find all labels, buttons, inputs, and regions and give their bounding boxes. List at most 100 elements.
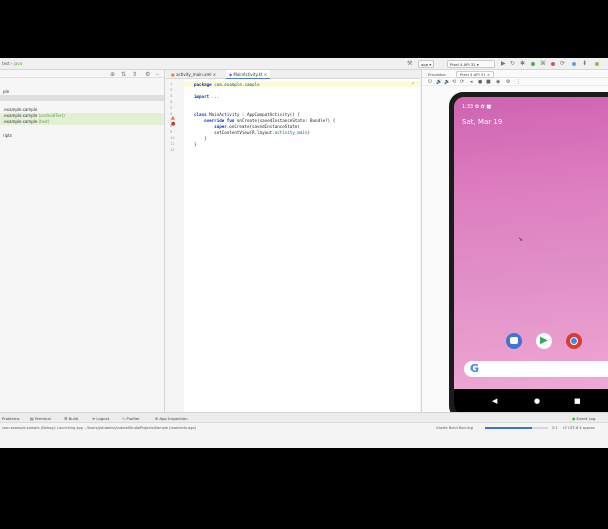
- line-number: 2: [170, 87, 173, 92]
- breadcrumb-package: java: [13, 61, 23, 66]
- profile-icon[interactable]: [531, 62, 535, 66]
- code-line[interactable]: import ...: [194, 94, 219, 99]
- code-line[interactable]: }: [194, 136, 207, 141]
- code-line[interactable]: }: [194, 142, 197, 147]
- tab-main-activity[interactable]: ◆ MainActivity.kt ×: [226, 70, 271, 79]
- sdk-manager-icon[interactable]: ⬇: [582, 60, 587, 67]
- tree-item[interactable]: .example.sample (test): [3, 119, 49, 124]
- phone-status-bar: 1:33 ✿ ✿ ■: [462, 104, 491, 110]
- stop-icon[interactable]: [551, 62, 555, 66]
- tab-activity-main[interactable]: ▣ activity_main.xml ×: [168, 70, 219, 79]
- collapse-icon[interactable]: ⇅: [121, 71, 126, 78]
- gear-icon[interactable]: ⚙: [145, 71, 150, 78]
- xml-file-icon: ▣: [171, 72, 175, 77]
- tree-item[interactable]: .example.sample (androidTest): [3, 113, 65, 118]
- locate-icon[interactable]: ⊕: [110, 71, 115, 78]
- letterbox-top: [0, 0, 608, 58]
- google-icon: G: [470, 362, 480, 375]
- tool-tab-build[interactable]: ⚒ Build: [64, 416, 78, 421]
- run-config-selector[interactable]: app ▾: [418, 60, 435, 68]
- emulator-label: Emulator:: [428, 72, 447, 77]
- more-icon[interactable]: ⋮: [516, 79, 521, 85]
- file-encoding[interactable]: LF UTF-8 4 spaces: [563, 426, 595, 430]
- line-number: 11: [170, 141, 175, 146]
- editor-tabs: ▣ activity_main.xml × ◆ MainActivity.kt …: [166, 70, 420, 79]
- mouse-cursor-icon: ➘: [518, 236, 524, 243]
- rotate-right-icon[interactable]: ⟳: [460, 79, 464, 85]
- debug-icon[interactable]: ✱: [520, 60, 525, 67]
- nav-back-icon[interactable]: ◀: [492, 397, 497, 405]
- tool-tab-event-log[interactable]: ● Event Log: [572, 416, 595, 421]
- tool-tab-profiler[interactable]: ∿ Profiler: [122, 416, 140, 421]
- phone-frame: 1:33 ✿ ✿ ■ ▾ ▮ Sat, Mar 19 ➘ ▶ G 🎤 ◀ ●: [449, 92, 608, 420]
- code-line[interactable]: class MainActivity : AppCompatActivity()…: [194, 112, 300, 117]
- line-number: 9: [170, 129, 173, 134]
- navigation-bar: test › java ⚒ app ▾ Pixel 4 API 31 ▾ ▶ ↻…: [0, 58, 608, 70]
- run-icon[interactable]: ▶: [501, 60, 506, 67]
- minimize-icon[interactable]: –: [156, 71, 159, 78]
- rotate-icon[interactable]: ⟲: [452, 79, 456, 85]
- code-editor: ▣ activity_main.xml × ◆ MainActivity.kt …: [166, 70, 420, 412]
- tool-tab-problems[interactable]: Problems: [2, 416, 20, 421]
- device-selector[interactable]: Pixel 4 API 31 ▾: [447, 60, 495, 68]
- override-gutter-icon[interactable]: ●: [171, 121, 175, 127]
- code-line[interactable]: super.onCreate(savedInstanceState): [194, 124, 300, 129]
- kotlin-file-icon: ◆: [229, 72, 233, 77]
- breadcrumb[interactable]: test › java: [2, 61, 22, 66]
- back-icon[interactable]: ◂: [470, 79, 473, 85]
- line-number: 5: [170, 105, 173, 110]
- project-panel: ⊕ ⇅ ⇕ ⚙ – ple .example.sample .example.s…: [0, 70, 165, 412]
- tree-item[interactable]: ple: [3, 89, 9, 94]
- status-time: 1:33: [462, 104, 474, 110]
- sync-icon[interactable]: ⟳: [560, 60, 565, 67]
- code-line[interactable]: override fun onCreate(savedInstanceState…: [194, 118, 335, 123]
- line-number: 10: [170, 135, 175, 140]
- tool-tab-terminal[interactable]: ▤ Terminal: [30, 416, 51, 421]
- nav-recents-icon[interactable]: ■: [574, 397, 581, 405]
- chrome-icon[interactable]: [566, 333, 582, 349]
- messages-app-icon[interactable]: [506, 333, 522, 349]
- emulator-device-tab[interactable]: Pixel 4 API 31 ×: [456, 71, 495, 78]
- volume-up-icon[interactable]: 🔊: [436, 79, 442, 85]
- emulator-header: Emulator: Pixel 4 API 31 ×: [422, 70, 608, 78]
- home-icon[interactable]: ●: [478, 79, 482, 85]
- line-number: 4: [170, 99, 173, 104]
- selected-row: [0, 95, 164, 101]
- tree-item[interactable]: .example.sample: [3, 107, 37, 112]
- tool-tab-app-inspection[interactable]: ⊛ App Inspection: [155, 416, 188, 421]
- gradle-status[interactable]: Gradle Build Running: [436, 426, 473, 430]
- apply-changes-icon[interactable]: ↻: [510, 60, 515, 67]
- overview-icon[interactable]: ■: [486, 79, 491, 85]
- play-store-icon[interactable]: ▶: [536, 333, 552, 349]
- status-bar: com.example.sample (Debug): Launching ap…: [0, 422, 608, 448]
- letterbox-bottom: [0, 448, 608, 529]
- android-icon[interactable]: [595, 62, 599, 66]
- inspection-check-icon[interactable]: ✓: [411, 81, 415, 87]
- emulator-toolbar: ⏻ 🔊 🔉 ⟲ ⟳ ◂ ● ■ ◉ ⚙ ⋮: [422, 78, 608, 86]
- home-date: Sat, Mar 19: [462, 118, 503, 126]
- volume-down-icon[interactable]: 🔉: [444, 79, 450, 85]
- attach-debugger-icon[interactable]: ⌘: [540, 60, 546, 67]
- project-toolbar: ⊕ ⇅ ⇕ ⚙ –: [0, 70, 164, 78]
- hammer-icon[interactable]: ⚒: [407, 60, 412, 67]
- power-icon[interactable]: ⏻: [428, 79, 432, 85]
- camera-icon[interactable]: ◉: [496, 79, 500, 85]
- tool-tab-logcat[interactable]: ≡ Logcat: [92, 416, 109, 421]
- code-line[interactable]: setContentView(R.layout.activity_main): [194, 130, 310, 135]
- tree-item[interactable]: ripts: [3, 133, 12, 138]
- phone-screen[interactable]: 1:33 ✿ ✿ ■ ▾ ▮ Sat, Mar 19 ➘ ▶ G 🎤 ◀ ●: [454, 97, 608, 415]
- line-number: 3: [170, 93, 173, 98]
- settings-icon[interactable]: ⚙: [506, 79, 510, 85]
- device-manager-icon[interactable]: [572, 62, 576, 66]
- line-number: 12: [170, 147, 175, 152]
- notification-icons: ✿ ✿ ■: [474, 104, 492, 110]
- line-gutter: 1 2 3 4 5 6 7 8 9 10 11 12: [166, 79, 184, 412]
- gradle-progress-bar: [485, 427, 548, 429]
- code-line[interactable]: package com.example.sample: [194, 82, 260, 87]
- expand-icon[interactable]: ⇕: [132, 71, 137, 78]
- nav-home-icon[interactable]: ●: [534, 397, 540, 405]
- line-number: 1: [170, 81, 173, 86]
- caret-position[interactable]: 5:1: [552, 426, 558, 430]
- breadcrumb-prefix: test: [2, 61, 10, 66]
- google-search-bar[interactable]: G 🎤: [464, 361, 608, 377]
